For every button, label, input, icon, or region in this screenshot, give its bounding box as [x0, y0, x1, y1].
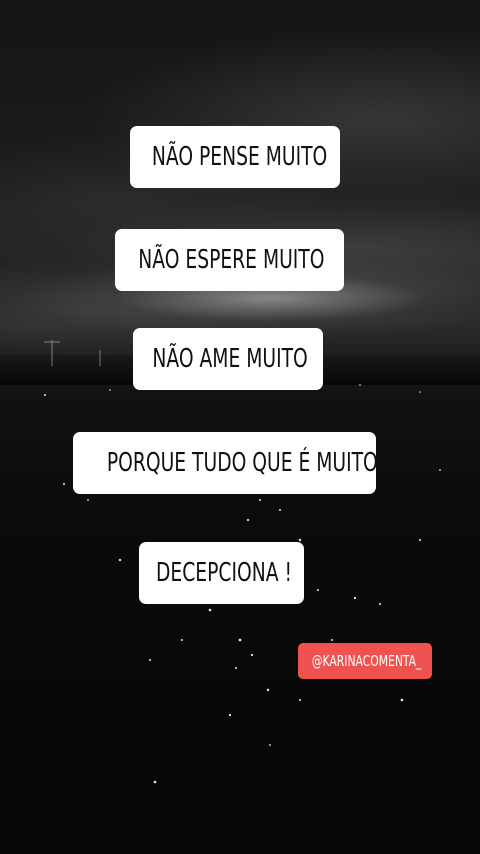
- mention-sticker[interactable]: @KARINACOMENTA_: [298, 643, 432, 679]
- text-line-2: NÃO ESPERE MUITO: [115, 229, 344, 291]
- text-line-3-label: NÃO AME MUITO: [152, 344, 308, 374]
- text-line-5: DECEPCIONA !: [139, 542, 304, 604]
- text-line-4: PORQUE TUDO QUE É MUITO: [73, 432, 378, 494]
- text-line-4-label: PORQUE TUDO QUE É MUITO: [106, 448, 378, 478]
- text-line-3: NÃO AME MUITO: [133, 328, 323, 390]
- text-line-1-label: NÃO PENSE MUITO: [151, 142, 328, 172]
- text-line-1: NÃO PENSE MUITO: [130, 126, 340, 188]
- mention-label: @KARINACOMENTA_: [311, 652, 422, 670]
- text-line-2-label: NÃO ESPERE MUITO: [138, 245, 325, 275]
- text-line-5-label: DECEPCIONA !: [155, 558, 292, 588]
